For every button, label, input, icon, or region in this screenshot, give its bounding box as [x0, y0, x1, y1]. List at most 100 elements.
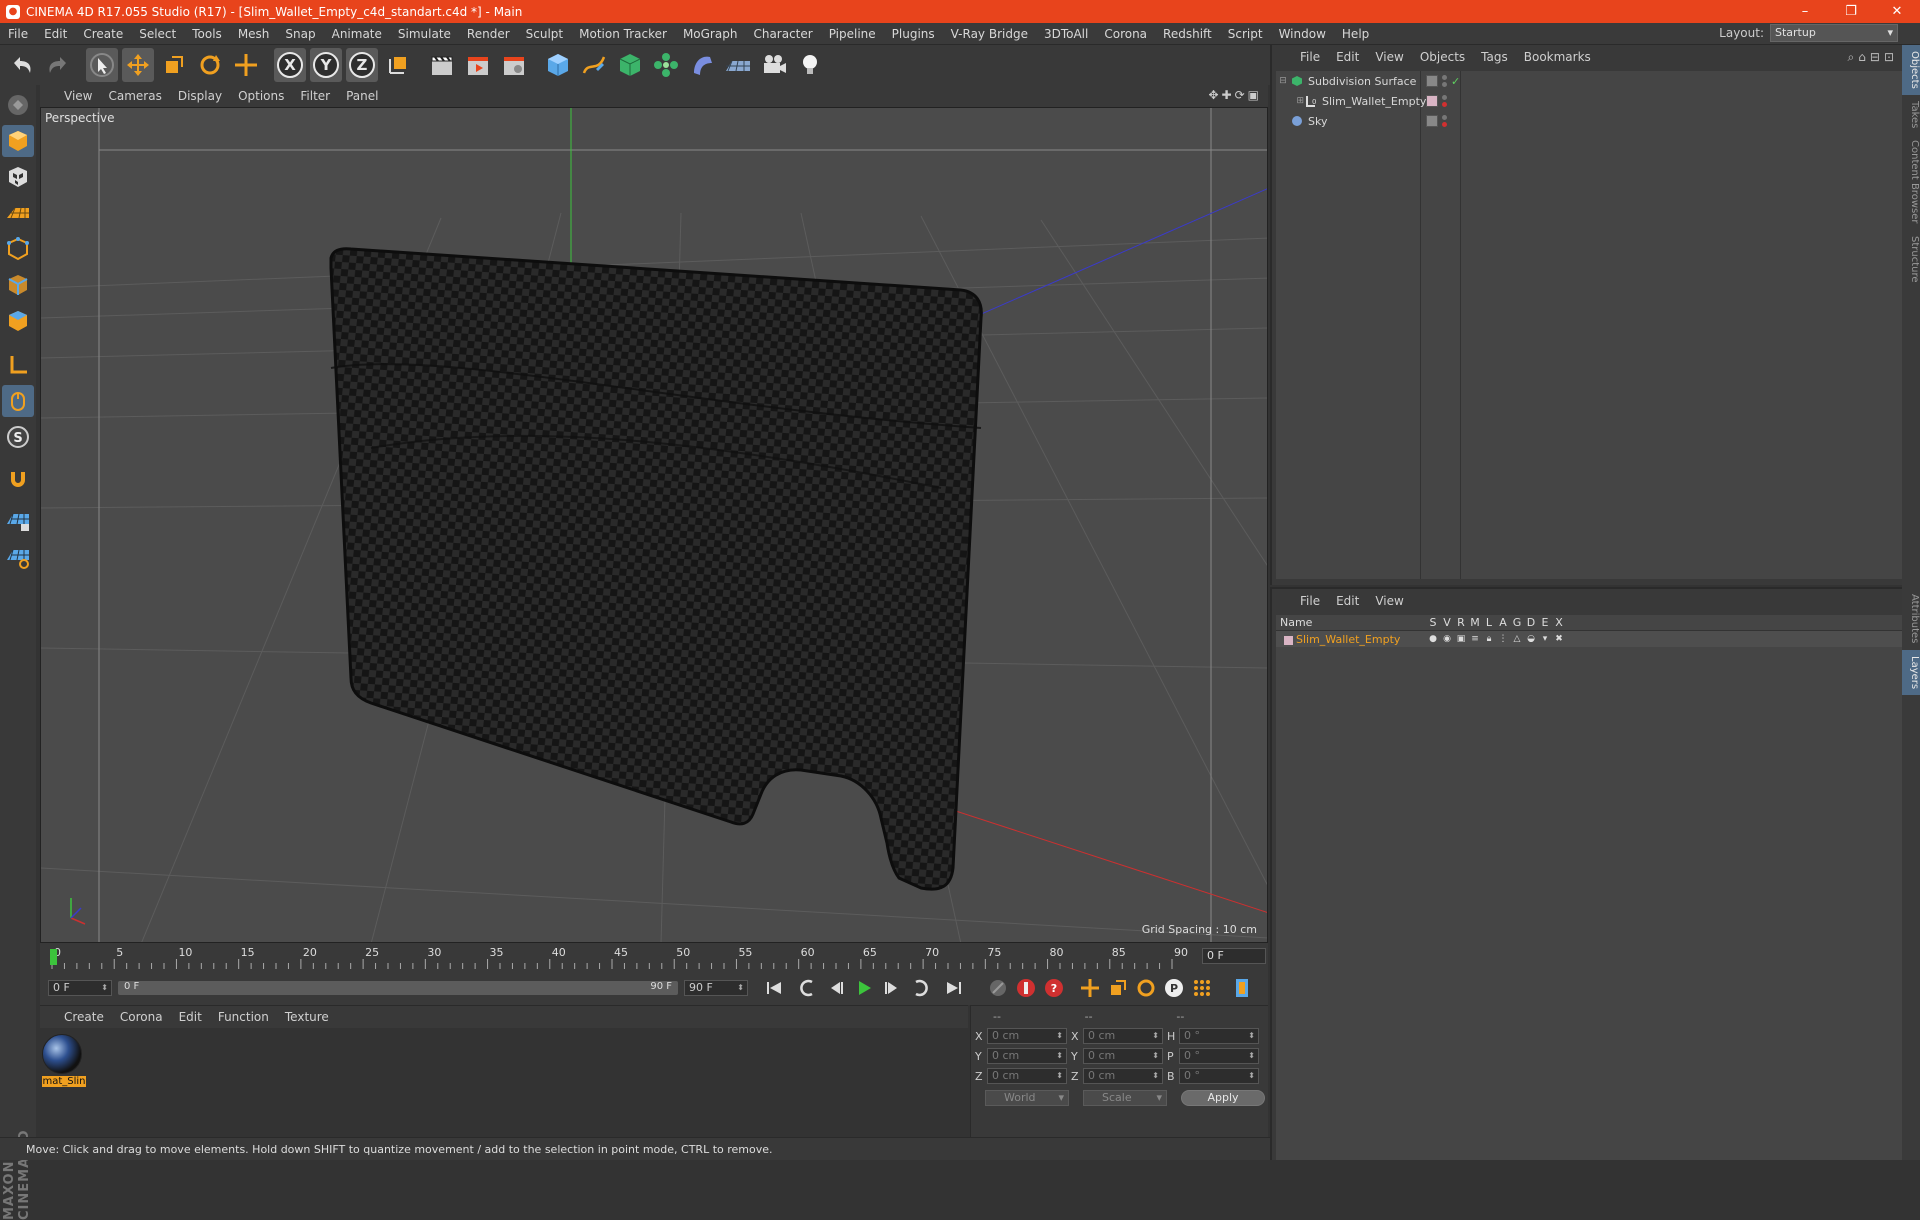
material-list[interactable]: mat_Slin — [40, 1028, 968, 1138]
layer-manager-icon[interactable]: ≡ — [1468, 634, 1482, 644]
workplane-mode-button[interactable] — [2, 197, 34, 229]
menu-animate[interactable]: Animate — [324, 27, 390, 41]
object-visibility[interactable] — [1426, 94, 1447, 108]
layer-solo-toggle[interactable]: ● — [1426, 634, 1440, 644]
menu-mograph[interactable]: MoGraph — [675, 27, 746, 41]
material-menu-texture[interactable]: Texture — [277, 1010, 337, 1024]
model-mode-button[interactable] — [2, 125, 34, 157]
viewport-menu-display[interactable]: Display — [170, 89, 230, 103]
menu-simulate[interactable]: Simulate — [390, 27, 459, 41]
menu-character[interactable]: Character — [745, 27, 820, 41]
tab-layers[interactable]: Layers — [1902, 649, 1920, 695]
render-settings-button[interactable] — [498, 48, 530, 82]
menu-vray-bridge[interactable]: V-Ray Bridge — [943, 27, 1036, 41]
menu-window[interactable]: Window — [1271, 27, 1334, 41]
planar-workplane-button[interactable] — [2, 541, 34, 573]
menu-create[interactable]: Create — [75, 27, 131, 41]
next-keyframe-button[interactable] — [908, 976, 932, 1000]
record-parameter-button[interactable]: P — [1162, 976, 1186, 1000]
edges-mode-button[interactable] — [2, 269, 34, 301]
layer-row[interactable]: Slim_Wallet_Empty ● ◉ ▣ ≡ 🔒︎ ⋮ △ ◒ ▾ ✖ — [1276, 631, 1902, 647]
menu-select[interactable]: Select — [131, 27, 184, 41]
col-expressions[interactable]: E — [1538, 616, 1552, 629]
objects-menu-bookmarks[interactable]: Bookmarks — [1516, 50, 1599, 64]
move-tool-button[interactable] — [122, 48, 154, 82]
transform-mode-dropdown[interactable]: Scale — [1083, 1090, 1167, 1106]
timeline-window-button[interactable] — [1230, 976, 1254, 1000]
points-mode-button[interactable] — [2, 233, 34, 265]
collapse-toggle[interactable]: ⊟ — [1276, 76, 1290, 86]
col-deformers[interactable]: D — [1524, 616, 1538, 629]
z-axis-lock-button[interactable]: Z — [346, 48, 378, 82]
pos-y-field[interactable]: 0 cm ⬍ — [987, 1048, 1067, 1064]
layers-menu-edit[interactable]: Edit — [1328, 594, 1367, 608]
frame-range-slider[interactable]: 0 F 90 F — [118, 981, 678, 995]
select-tool-button[interactable] — [86, 48, 118, 82]
light-object-button[interactable] — [794, 48, 826, 82]
material-menu-function[interactable]: Function — [210, 1010, 277, 1024]
menu-help[interactable]: Help — [1334, 27, 1377, 41]
lock-workplane-button[interactable] — [2, 505, 34, 537]
make-editable-button[interactable] — [2, 89, 34, 121]
transform-tool-button[interactable] — [230, 48, 262, 82]
close-button[interactable]: ✕ — [1874, 4, 1920, 19]
menu-file[interactable]: File — [0, 27, 36, 41]
menu-corona[interactable]: Corona — [1096, 27, 1155, 41]
texture-mode-button[interactable] — [2, 161, 34, 193]
rotate-tool-button[interactable] — [194, 48, 226, 82]
tab-takes[interactable]: Takes — [1902, 95, 1920, 134]
menu-plugins[interactable]: Plugins — [884, 27, 943, 41]
y-axis-lock-button[interactable]: Y — [310, 48, 342, 82]
visibility-dots[interactable] — [1442, 94, 1447, 108]
object-visibility[interactable] — [1426, 114, 1447, 128]
previous-frame-button[interactable] — [824, 976, 848, 1000]
menu-tools[interactable]: Tools — [184, 27, 230, 41]
layer-list[interactable]: Name S V R M L A G D E X Slim_Wallet_Emp… — [1276, 615, 1902, 1160]
object-row-slim-wallet-empty[interactable]: ⊞ 0 Slim_Wallet_Empty — [1276, 91, 1902, 111]
tab-structure[interactable]: Structure — [1902, 230, 1920, 289]
material-menu-corona[interactable]: Corona — [112, 1010, 171, 1024]
layer-xref-icon[interactable]: ✖ — [1552, 634, 1566, 644]
rot-b-field[interactable]: 0 ° ⬍ — [1179, 1068, 1259, 1084]
tab-attributes[interactable]: Attributes — [1902, 588, 1920, 649]
size-x-field[interactable]: 0 cm ⬍ — [1083, 1028, 1163, 1044]
viewport-menu-options[interactable]: Options — [230, 89, 292, 103]
array-generator-button[interactable] — [650, 48, 682, 82]
objects-menu-file[interactable]: File — [1292, 50, 1328, 64]
material-menu-create[interactable]: Create — [56, 1010, 112, 1024]
spline-pen-button[interactable] — [578, 48, 610, 82]
col-solo[interactable]: S — [1426, 616, 1440, 629]
layers-menu-file[interactable]: File — [1292, 594, 1328, 608]
objects-menu-tags[interactable]: Tags — [1473, 50, 1516, 64]
menu-redshift[interactable]: Redshift — [1155, 27, 1220, 41]
current-frame-field[interactable]: 0 F — [1202, 948, 1266, 964]
record-keys-button[interactable] — [986, 976, 1010, 1000]
object-row-subdivision-surface[interactable]: ⊟ Subdivision Surface ✓ — [1276, 71, 1902, 91]
object-manager-search-icons[interactable]: ⌕⌂⊟⊡ — [1848, 50, 1898, 65]
expand-toggle[interactable]: ⊞ — [1276, 96, 1304, 106]
menu-pipeline[interactable]: Pipeline — [821, 27, 884, 41]
material-swatch[interactable]: mat_Slin — [42, 1034, 86, 1087]
layer-color-swatch[interactable] — [1284, 635, 1293, 645]
viewport-menu-view[interactable]: View — [56, 89, 100, 103]
next-frame-button[interactable] — [880, 976, 904, 1000]
restore-button[interactable]: ❐ — [1828, 4, 1874, 19]
start-frame-field[interactable]: 0 F ⬍ — [48, 980, 112, 996]
coordinate-system-button[interactable] — [382, 48, 414, 82]
undo-button[interactable] — [6, 48, 38, 82]
col-render[interactable]: R — [1454, 616, 1468, 629]
keyframe-selection-button[interactable]: ? — [1042, 976, 1066, 1000]
render-view-button[interactable] — [426, 48, 458, 82]
camera-object-button[interactable] — [758, 48, 790, 82]
perspective-viewport[interactable]: Perspective Grid Spacing : 10 cm — [40, 107, 1268, 943]
deformer-button[interactable] — [686, 48, 718, 82]
col-xref[interactable]: X — [1552, 616, 1566, 629]
viewport-menu-cameras[interactable]: Cameras — [100, 89, 169, 103]
autokey-button[interactable] — [1014, 976, 1038, 1000]
record-rotation-button[interactable] — [1134, 976, 1158, 1000]
timeline-ruler[interactable]: 0 5 10 15 20 25 30 35 40 45 50 55 60 65 70 75 80 85 90 0 F — [40, 943, 1268, 971]
col-manager[interactable]: M — [1468, 616, 1482, 629]
layer-animation-icon[interactable]: ⋮ — [1496, 634, 1510, 644]
pos-z-field[interactable]: 0 cm ⬍ — [987, 1068, 1067, 1084]
layer-deformer-icon[interactable]: ◒ — [1524, 634, 1538, 644]
